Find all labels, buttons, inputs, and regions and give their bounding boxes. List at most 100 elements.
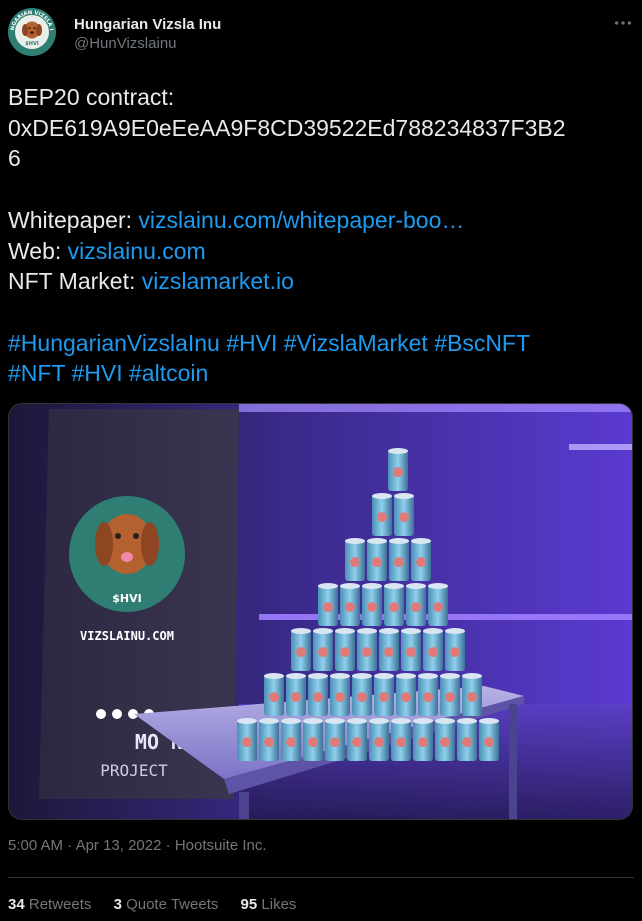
tweet-photo[interactable]: $HVI VIZSLAINU.COM MO N PROJECT <box>8 403 633 820</box>
can-label <box>362 647 372 658</box>
tweet-time[interactable]: 5:00 AM <box>8 837 63 854</box>
can-top <box>418 673 438 679</box>
avatar-label: $HVI <box>25 41 39 47</box>
can-top <box>330 673 350 679</box>
can-label <box>350 557 360 568</box>
whitepaper-link[interactable]: vizslainu.com/whitepaper-boo… <box>138 207 464 233</box>
banner-project-text: PROJECT <box>100 761 168 780</box>
can-top <box>384 583 404 589</box>
quote-tweets-label: Quote Tweets <box>126 896 219 913</box>
can-top <box>423 628 443 634</box>
can-label <box>318 647 328 658</box>
can-label <box>433 602 443 613</box>
hashtag-link[interactable]: #altcoin <box>129 360 208 386</box>
quote-tweets-count: 3 <box>113 896 122 913</box>
photo-can-pyramid: $HVI VIZSLAINU.COM MO N PROJECT <box>9 404 632 819</box>
can-top <box>291 628 311 634</box>
can-label <box>418 737 428 748</box>
can-top <box>303 718 323 724</box>
can-label <box>399 512 409 523</box>
retweets-count: 34 <box>8 896 25 913</box>
can-label <box>423 692 433 703</box>
avatar[interactable]: HUNGARIAN VIZSLA INU $HVI <box>8 8 56 56</box>
whitepaper-label: Whitepaper: <box>8 206 133 233</box>
can-label <box>467 692 477 703</box>
hashtag-link[interactable]: #HVI <box>226 330 277 356</box>
can-label <box>445 692 455 703</box>
can-top <box>313 628 333 634</box>
banner-site-text: VIZSLAINU.COM <box>80 629 174 643</box>
can-label <box>352 737 362 748</box>
meta-separator: · <box>165 837 171 854</box>
web-link[interactable]: vizslainu.com <box>68 238 206 264</box>
contract-label: BEP20 contract: <box>8 84 175 110</box>
hashtag-link[interactable]: #HVI <box>71 360 122 386</box>
web-label: Web: <box>8 237 62 264</box>
avatar-logo-icon: HUNGARIAN VIZSLA INU $HVI <box>8 8 56 56</box>
can-top <box>428 583 448 589</box>
hashtag-link[interactable]: #HungarianVizslaInu <box>8 330 220 356</box>
can-label <box>428 647 438 658</box>
can-label <box>374 737 384 748</box>
can-label <box>389 602 399 613</box>
hashtags-line-2: #NFT #HVI #altcoin <box>8 358 628 389</box>
can-label <box>323 602 333 613</box>
can-label <box>330 737 340 748</box>
text-spacer <box>8 297 628 328</box>
can-top <box>457 718 477 724</box>
can-label <box>372 557 382 568</box>
contract-address-line1: 0xDE619A9E0eEeAA9F8CD39522Ed788234837F3B… <box>8 114 566 141</box>
can-label <box>269 692 279 703</box>
hashtag-link[interactable]: #VizslaMarket <box>284 330 428 356</box>
contract-address-line2: 6 <box>8 145 21 172</box>
can-top <box>308 673 328 679</box>
retweets-stat[interactable]: 34 Retweets <box>8 895 91 915</box>
can-label <box>394 557 404 568</box>
more-icon[interactable] <box>612 12 634 34</box>
can-label <box>462 737 472 748</box>
likes-stat[interactable]: 95 Likes <box>241 895 297 915</box>
hashtag-link[interactable]: #NFT <box>8 360 65 386</box>
can-top <box>396 673 416 679</box>
can-label <box>379 692 389 703</box>
can-label <box>384 647 394 658</box>
can-top <box>347 718 367 724</box>
can-top <box>369 718 389 724</box>
can-label <box>367 602 377 613</box>
whitepaper-line: Whitepaper: vizslainu.com/whitepaper-boo… <box>8 205 628 236</box>
can-top <box>435 718 455 724</box>
tweet-source[interactable]: Hootsuite Inc. <box>175 837 267 854</box>
can-top <box>413 718 433 724</box>
can-top <box>367 538 387 544</box>
hashtag-link[interactable]: #BscNFT <box>434 330 530 356</box>
can-label <box>411 602 421 613</box>
can-label <box>340 647 350 658</box>
can-label <box>357 692 367 703</box>
can-label <box>416 557 426 568</box>
can-label <box>308 737 318 748</box>
can-top <box>479 718 499 724</box>
can-top <box>357 628 377 634</box>
nft-market-link[interactable]: vizslamarket.io <box>142 268 294 294</box>
can-top <box>237 718 257 724</box>
can-label <box>345 602 355 613</box>
can-top <box>388 448 408 454</box>
web-line: Web: vizslainu.com <box>8 236 628 267</box>
can-top <box>362 583 382 589</box>
can-label <box>396 737 406 748</box>
can-label <box>335 692 345 703</box>
quote-tweets-stat[interactable]: 3 Quote Tweets <box>114 895 219 915</box>
can-label <box>242 737 252 748</box>
display-name[interactable]: Hungarian Vizsla Inu <box>74 16 221 34</box>
hashtags-line-1: #HungarianVizslaInu #HVI #VizslaMarket #… <box>8 328 628 359</box>
tweet-text: BEP20 contract: 0xDE619A9E0eEeAA9F8CD395… <box>8 82 628 389</box>
tweet-date[interactable]: Apr 13, 2022 <box>76 837 162 854</box>
user-info[interactable]: Hungarian Vizsla Inu @HunVizslainu <box>74 16 221 54</box>
user-handle[interactable]: @HunVizslainu <box>74 34 221 54</box>
can-top <box>264 673 284 679</box>
text-spacer <box>8 174 628 205</box>
can-top <box>281 718 301 724</box>
can-label <box>406 647 416 658</box>
can-label <box>264 737 274 748</box>
can-top <box>345 538 365 544</box>
